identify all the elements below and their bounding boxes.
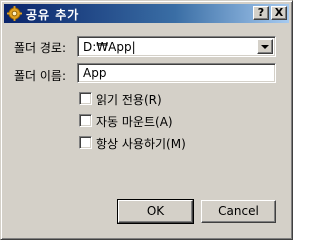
read-only-label[interactable]: 읽기 전용(R) (96, 91, 162, 108)
title-bar[interactable]: 공유 추가 ? X (4, 4, 289, 23)
folder-path-value[interactable]: D:₩App| (83, 40, 136, 54)
auto-mount-label[interactable]: 자동 마운트(A) (96, 113, 173, 130)
read-only-checkbox[interactable] (79, 92, 92, 105)
folder-name-value[interactable]: App (83, 66, 106, 80)
close-button[interactable]: X (271, 6, 287, 20)
folder-path-combobox[interactable]: D:₩App| (77, 36, 276, 57)
auto-mount-checkbox[interactable] (79, 114, 92, 127)
folder-name-label: 폴더 이름: (14, 69, 67, 83)
dropdown-arrow-button[interactable] (257, 39, 273, 54)
help-button[interactable]: ? (253, 6, 269, 20)
dialog-title: 공유 추가 (26, 8, 80, 22)
add-share-dialog: 공유 추가 ? X 폴더 경로: D:₩App| 폴더 이름: App 읽기 전… (0, 0, 293, 240)
cancel-button[interactable]: Cancel (201, 200, 276, 223)
make-permanent-label[interactable]: 항상 사용하기(M) (96, 135, 186, 152)
folder-name-input[interactable]: App (77, 63, 276, 83)
make-permanent-checkbox[interactable] (79, 136, 92, 149)
gear-icon (7, 6, 22, 21)
folder-path-label: 폴더 경로: (14, 41, 67, 55)
ok-button[interactable]: OK (117, 199, 194, 224)
